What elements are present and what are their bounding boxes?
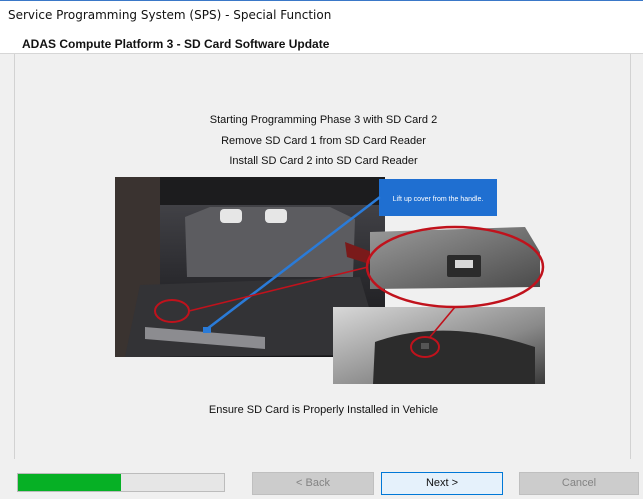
dialog-window: ADAS Compute Platform 3 - SD Card Softwa… [0,30,643,499]
back-button[interactable]: < Back [252,472,374,495]
dialog-header-title: ADAS Compute Platform 3 - SD Card Softwa… [0,30,643,54]
window-title: Service Programming System (SPS) - Speci… [0,0,643,30]
ensure-installed-message: Ensure SD Card is Properly Installed in … [208,404,439,416]
content-panel: Starting Programming Phase 3 with SD Car… [14,54,631,459]
headrest-right [265,209,287,223]
sd-handle-marker [421,343,429,349]
sd-card-location-illustration: Lift up cover from the handle. [115,177,545,384]
headrest-left [220,209,242,223]
cancel-button[interactable]: Cancel [519,472,639,495]
instruction-line-2: Remove SD Card 1 from SD Card Reader [221,135,426,147]
callout-text: Lift up cover from the handle. [393,196,484,203]
instruction-line-3: Install SD Card 2 into SD Card Reader [229,155,418,167]
next-button[interactable]: Next > [381,472,503,495]
instruction-line-1: Starting Programming Phase 3 with SD Car… [209,114,438,126]
progress-bar-fill [18,474,121,491]
progress-bar [17,473,225,492]
sd-slot-label [455,260,473,268]
